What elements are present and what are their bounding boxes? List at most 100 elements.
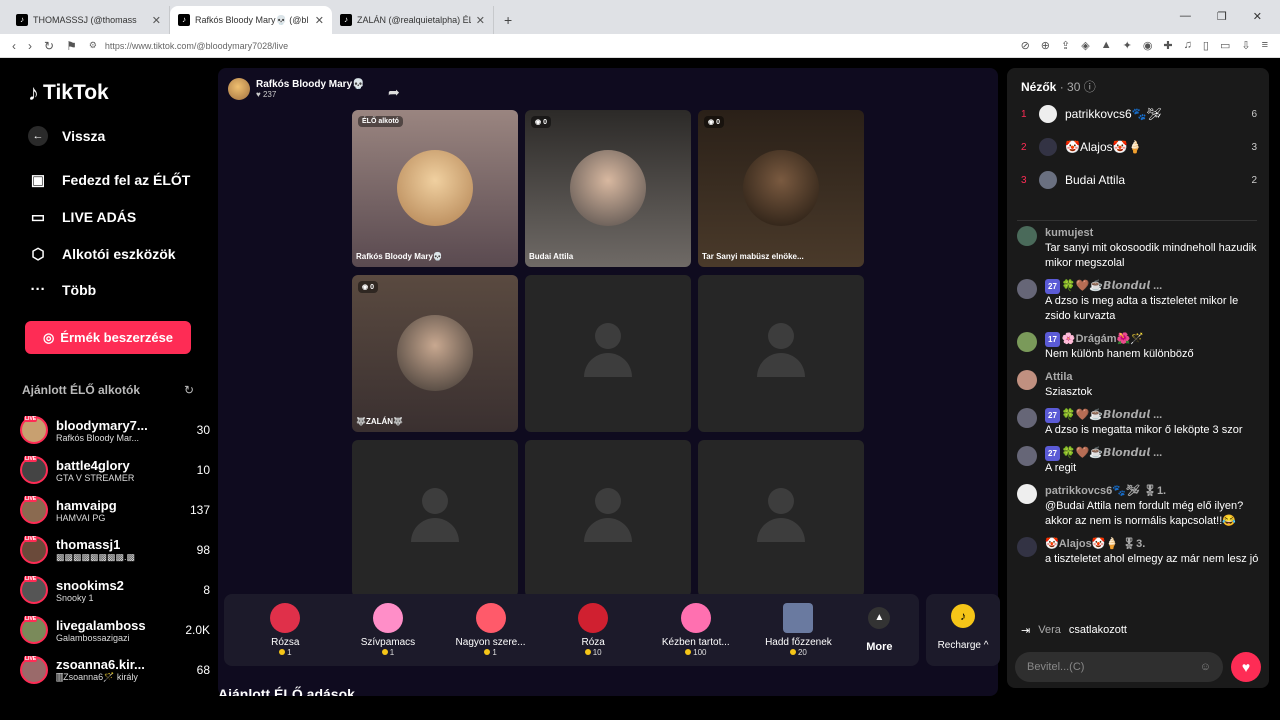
- puzzle-icon[interactable]: ✚: [1163, 39, 1172, 52]
- shield-icon[interactable]: ◈: [1081, 39, 1089, 52]
- recommended-creator[interactable]: LIVE thomassj1 ▩▩▩▩▩▩▩▩.▩ 98: [20, 530, 210, 570]
- chat-user[interactable]: 27 🍀🤎☕𝘽𝙡𝙤𝙣𝙙𝙪𝙡 ...: [1045, 408, 1263, 423]
- empty-seat[interactable]: [698, 275, 864, 432]
- chat-user[interactable]: Attila: [1045, 370, 1263, 385]
- wallet-icon[interactable]: ▭: [1220, 39, 1230, 52]
- empty-user-icon: [757, 488, 805, 548]
- extension-icon[interactable]: ◉: [1143, 39, 1153, 52]
- nav-item-explore-live[interactable]: ▣ Fedezd fel az ÉLŐT: [28, 171, 190, 189]
- guest-cell[interactable]: ◉ 0 Tar Sanyi mabüsz elnöke...: [698, 110, 864, 267]
- refresh-icon[interactable]: ↻: [184, 383, 194, 397]
- recommended-creator[interactable]: LIVE bloodymary7... Rafkós Bloody Mar... 30: [20, 410, 210, 450]
- close-icon[interactable]: ✕: [476, 14, 485, 27]
- browser-tab[interactable]: ♪ ZALÁN (@realquietalpha) ÉLŐ ✕: [332, 6, 494, 34]
- join-user[interactable]: Vera: [1038, 624, 1061, 637]
- gift-price: 20: [747, 648, 850, 657]
- recommended-creator[interactable]: LIVE livegalamboss Galambossazigazi 2.0K: [20, 610, 210, 650]
- avatar: [1017, 484, 1037, 504]
- chat-input[interactable]: Bevitel...(C) ☺: [1015, 652, 1223, 682]
- browser-tab-active[interactable]: ♪ Rafkós Bloody Mary💀 (@bl ✕: [170, 6, 332, 34]
- bookmark-icon[interactable]: ⚑: [66, 39, 77, 53]
- like-heart-button[interactable]: ♥: [1231, 652, 1261, 682]
- share-icon[interactable]: ⇪: [1061, 39, 1070, 52]
- extension-icon[interactable]: ▲: [1101, 39, 1112, 52]
- level-badge: 17: [1045, 332, 1060, 347]
- share-icon[interactable]: ➦: [388, 84, 400, 101]
- nav-item-go-live[interactable]: ▭ LIVE ADÁS: [28, 208, 136, 226]
- site-info-icon[interactable]: ⚙: [89, 40, 97, 51]
- top-viewer[interactable]: 2 🤡Alajos🤡🍦 3: [1021, 135, 1257, 159]
- download-icon[interactable]: ⇩: [1241, 39, 1250, 52]
- recommended-creator[interactable]: LIVE snookims2 Snooky 1 8: [20, 570, 210, 610]
- tiktok-logo[interactable]: ♪ TikTok: [28, 80, 109, 106]
- emoji-icon[interactable]: ☺: [1200, 661, 1211, 673]
- music-icon[interactable]: ♫: [1184, 39, 1192, 52]
- menu-icon[interactable]: ≡: [1262, 39, 1268, 52]
- chat-user[interactable]: 27 🍀🤎☕𝘽𝙡𝙤𝙣𝙙𝙪𝙡 ...: [1045, 279, 1263, 294]
- recommended-creator[interactable]: LIVE zsoanna6.kir... 🀫Zsoanna6🪄 király 68: [20, 650, 210, 690]
- gift-name: Szívpamacs: [360, 637, 416, 648]
- heart-hands-icon: [680, 603, 711, 633]
- empty-seat[interactable]: [525, 440, 691, 597]
- chat-user[interactable]: 17 🌸Drágám🌺🪄: [1045, 332, 1263, 347]
- gift-name: Rózsa: [271, 637, 300, 648]
- sidebar-icon[interactable]: ▯: [1203, 39, 1209, 52]
- close-icon[interactable]: ✕: [315, 14, 324, 27]
- avatar: LIVE: [20, 536, 48, 564]
- recommended-list: LIVE bloodymary7... Rafkós Bloody Mar... 30…: [20, 410, 210, 690]
- empty-seat[interactable]: [698, 440, 864, 597]
- nav-item-more[interactable]: ··· Több: [28, 281, 97, 298]
- live-badge: LIVE: [24, 496, 38, 502]
- guest-cell[interactable]: ◉ 0 🐺ZALÁN🐺: [352, 275, 518, 432]
- close-window-icon[interactable]: ✕: [1253, 10, 1262, 23]
- gem-icon: ◉: [708, 119, 717, 126]
- empty-user-icon: [584, 488, 632, 548]
- viewer-count: 68: [196, 663, 210, 677]
- gift-item[interactable]: Rózsa 1: [234, 603, 337, 657]
- recharge-button[interactable]: ♪ Recharge ^: [926, 594, 1000, 666]
- viewers-header[interactable]: Nézők · 30 ⓘ: [1021, 78, 1096, 95]
- browser-tab[interactable]: ♪ THOMASSSJ (@thomass ✕: [8, 6, 170, 34]
- chat-message: kumujest Tar sanyi mit okosoodik mindneho…: [1017, 226, 1263, 271]
- info-icon[interactable]: ⓘ: [1084, 80, 1096, 94]
- minimize-icon[interactable]: —: [1180, 10, 1191, 23]
- gift-item[interactable]: Nagyon szere... 1: [439, 603, 542, 657]
- chat-text: Nem különb hanem különböző: [1045, 348, 1194, 360]
- forward-nav-icon[interactable]: ›: [28, 39, 32, 53]
- extension-icon[interactable]: ✦: [1123, 39, 1132, 52]
- close-icon[interactable]: ✕: [152, 14, 161, 27]
- level-badge: 27: [1045, 446, 1060, 461]
- camera-icon: ▭: [30, 209, 46, 226]
- reload-icon[interactable]: ↻: [44, 39, 54, 53]
- more-gifts-button[interactable]: ▲ More: [850, 607, 909, 653]
- url-field[interactable]: ⚙ https://www.tiktok.com/@bloodymary7028/…: [89, 37, 1009, 55]
- host-info[interactable]: Rafkós Bloody Mary💀 ♥ 237: [228, 78, 365, 100]
- chat-user[interactable]: 🤡Alajos🤡🍦 🎖3.: [1045, 537, 1263, 552]
- recommended-creator[interactable]: LIVE battle4glory GTA V STREAMER 10: [20, 450, 210, 490]
- chat-user[interactable]: kumujest: [1045, 226, 1263, 241]
- guest-cell[interactable]: ÉLŐ alkotó Rafkós Bloody Mary💀: [352, 110, 518, 267]
- guest-cell[interactable]: ◉ 0 Budai Attila: [525, 110, 691, 267]
- top-viewer[interactable]: 1 patrikkovcs6🐾🛩 6: [1021, 102, 1257, 126]
- get-coins-button[interactable]: ◎ Érmék beszerzése: [25, 321, 191, 354]
- live-badge: LIVE: [24, 656, 38, 662]
- empty-seat[interactable]: [352, 440, 518, 597]
- chat-message: Attila Sziasztok: [1017, 370, 1263, 400]
- extension-icon[interactable]: ⊘: [1021, 39, 1030, 52]
- top-viewer[interactable]: 3 Budai Attila 2: [1021, 168, 1257, 192]
- guest-name: Rafkós Bloody Mary💀: [356, 252, 443, 261]
- gift-item[interactable]: Szívpamacs 1: [337, 603, 440, 657]
- zoom-icon[interactable]: ⊕: [1041, 39, 1050, 52]
- chat-user[interactable]: 27 🍀🤎☕𝘽𝙡𝙤𝙣𝙙𝙪𝙡 ...: [1045, 446, 1263, 461]
- back-nav-icon[interactable]: ‹: [12, 39, 16, 53]
- recommended-creator[interactable]: LIVE hamvaipg HAMVAI PG 137: [20, 490, 210, 530]
- empty-seat[interactable]: [525, 275, 691, 432]
- back-button[interactable]: ← Vissza: [28, 126, 105, 146]
- gift-item[interactable]: Kézben tartot... 100: [645, 603, 748, 657]
- gift-item[interactable]: Róza 10: [542, 603, 645, 657]
- nav-item-creator-tools[interactable]: ⬡ Alkotói eszközök: [28, 245, 175, 263]
- gift-item[interactable]: Hadd főzzenek 20: [747, 603, 850, 657]
- new-tab-button[interactable]: +: [494, 6, 522, 34]
- chat-user[interactable]: patrikkovcs6🐾🛩 🎖1.: [1045, 484, 1263, 499]
- restore-icon[interactable]: ❐: [1217, 10, 1227, 23]
